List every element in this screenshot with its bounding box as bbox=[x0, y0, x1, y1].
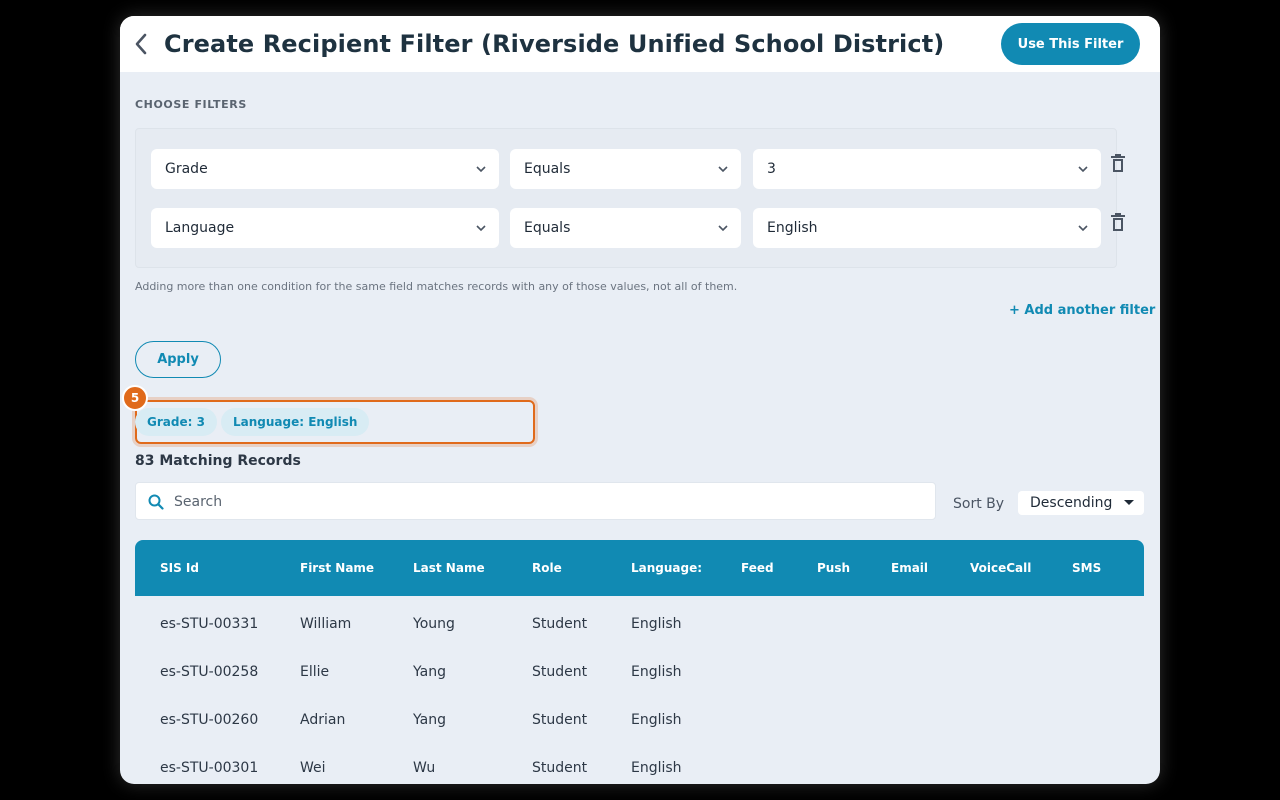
cell-first-name: Adrian bbox=[300, 712, 346, 728]
column-header-language[interactable]: Language: bbox=[631, 561, 702, 575]
column-header-role[interactable]: Role bbox=[532, 561, 562, 575]
cell-sis-id: es-STU-00331 bbox=[160, 616, 259, 632]
filter-hint-text: Adding more than one condition for the s… bbox=[135, 280, 738, 293]
cell-language: English bbox=[631, 616, 682, 632]
filter-operator-select[interactable]: Equals bbox=[510, 208, 741, 248]
filter-value-select[interactable]: 3 bbox=[753, 149, 1101, 189]
filter-value-text: 3 bbox=[767, 161, 776, 177]
matching-records-count: 83 Matching Records bbox=[135, 453, 301, 469]
table-row[interactable]: es-STU-00331 William Young Student Engli… bbox=[135, 598, 1144, 646]
recipient-filter-modal: Create Recipient Filter (Riverside Unifi… bbox=[120, 16, 1160, 784]
step-badge: 5 bbox=[122, 385, 148, 411]
chevron-left-icon bbox=[135, 33, 147, 55]
cell-sis-id: es-STU-00258 bbox=[160, 664, 259, 680]
cell-last-name: Yang bbox=[413, 664, 446, 680]
filter-field-value: Grade bbox=[165, 161, 208, 177]
column-header-sms[interactable]: SMS bbox=[1072, 561, 1101, 575]
active-filter-chips: Grade: 3 Language: English bbox=[135, 400, 535, 444]
choose-filters-label: CHOOSE FILTERS bbox=[135, 98, 247, 111]
table-row[interactable]: es-STU-00258 Ellie Yang Student English bbox=[135, 646, 1144, 694]
sort-select[interactable]: Descending bbox=[1018, 491, 1144, 515]
column-header-sis-id[interactable]: SIS Id bbox=[160, 561, 199, 575]
filter-chip[interactable]: Language: English bbox=[221, 408, 370, 436]
column-header-last-name[interactable]: Last Name bbox=[413, 561, 485, 575]
filter-field-value: Language bbox=[165, 220, 235, 236]
trash-icon[interactable] bbox=[1110, 213, 1126, 233]
cell-last-name: Young bbox=[413, 616, 455, 632]
cell-language: English bbox=[631, 712, 682, 728]
chevron-down-icon bbox=[476, 225, 486, 232]
cell-role: Student bbox=[532, 664, 588, 680]
page-title: Create Recipient Filter (Riverside Unifi… bbox=[164, 30, 945, 58]
chevron-down-icon bbox=[718, 225, 728, 232]
column-header-email[interactable]: Email bbox=[891, 561, 928, 575]
search-field[interactable] bbox=[135, 482, 936, 520]
back-button[interactable] bbox=[130, 30, 152, 58]
chevron-down-icon bbox=[476, 166, 486, 173]
chevron-down-icon bbox=[718, 166, 728, 173]
column-header-first-name[interactable]: First Name bbox=[300, 561, 374, 575]
filter-operator-value: Equals bbox=[524, 161, 571, 177]
cell-role: Student bbox=[532, 712, 588, 728]
cell-last-name: Wu bbox=[413, 760, 436, 776]
sort-by-label: Sort By bbox=[953, 496, 1005, 512]
cell-first-name: Wei bbox=[300, 760, 326, 776]
filter-operator-select[interactable]: Equals bbox=[510, 149, 741, 189]
cell-sis-id: es-STU-00301 bbox=[160, 760, 259, 776]
filter-operator-value: Equals bbox=[524, 220, 571, 236]
search-input[interactable] bbox=[174, 489, 914, 515]
trash-icon[interactable] bbox=[1110, 154, 1126, 174]
chevron-down-icon bbox=[1078, 225, 1088, 232]
cell-last-name: Yang bbox=[413, 712, 446, 728]
filters-panel: Grade Equals 3 Language Equals English bbox=[135, 128, 1125, 268]
table-row[interactable]: es-STU-00260 Adrian Yang Student English bbox=[135, 694, 1144, 742]
column-header-push[interactable]: Push bbox=[817, 561, 850, 575]
filter-value-text: English bbox=[767, 220, 818, 236]
cell-language: English bbox=[631, 760, 682, 776]
column-header-feed[interactable]: Feed bbox=[741, 561, 774, 575]
filter-field-select[interactable]: Grade bbox=[151, 149, 499, 189]
cell-sis-id: es-STU-00260 bbox=[160, 712, 259, 728]
search-icon bbox=[148, 494, 164, 510]
cell-first-name: William bbox=[300, 616, 352, 632]
filter-value-select[interactable]: English bbox=[753, 208, 1101, 248]
filter-chip[interactable]: Grade: 3 bbox=[135, 408, 217, 436]
apply-button[interactable]: Apply bbox=[135, 341, 221, 378]
add-filter-link[interactable]: + Add another filter bbox=[1009, 303, 1155, 318]
caret-down-icon bbox=[1124, 500, 1134, 505]
modal-header: Create Recipient Filter (Riverside Unifi… bbox=[120, 16, 1160, 72]
cell-role: Student bbox=[532, 616, 588, 632]
column-header-voicecall[interactable]: VoiceCall bbox=[970, 561, 1031, 575]
cell-role: Student bbox=[532, 760, 588, 776]
filter-field-select[interactable]: Language bbox=[151, 208, 499, 248]
chevron-down-icon bbox=[1078, 166, 1088, 173]
table-header: SIS Id First Name Last Name Role Languag… bbox=[135, 540, 1144, 596]
cell-language: English bbox=[631, 664, 682, 680]
sort-value: Descending bbox=[1030, 495, 1113, 511]
cell-first-name: Ellie bbox=[300, 664, 330, 680]
records-table: SIS Id First Name Last Name Role Languag… bbox=[135, 540, 1144, 784]
use-this-filter-button[interactable]: Use This Filter bbox=[1001, 23, 1140, 65]
table-row[interactable]: es-STU-00301 Wei Wu Student English bbox=[135, 742, 1144, 784]
